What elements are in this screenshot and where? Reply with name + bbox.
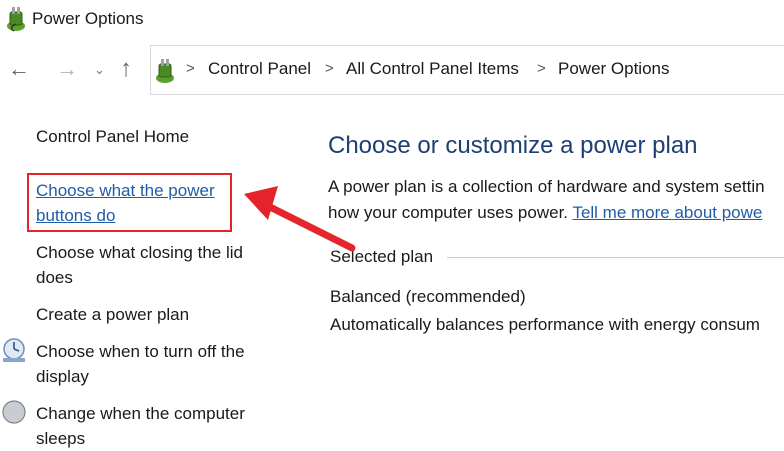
description-text: how your computer uses power. [328, 203, 573, 222]
window-title: Power Options [32, 9, 144, 28]
back-button[interactable]: ← [8, 58, 30, 80]
highlight-box [27, 173, 232, 232]
sidebar-link-create-plan[interactable]: Create a power plan [36, 302, 189, 327]
up-button[interactable]: ↑ [120, 57, 132, 81]
breadcrumb-power-options[interactable]: Power Options [558, 59, 670, 79]
sidebar-link-close-lid[interactable]: Choose what closing the lid does [36, 240, 243, 290]
breadcrumb-separator: > [537, 60, 546, 77]
forward-button[interactable]: → [56, 58, 78, 80]
sidebar-link-line: sleeps [36, 429, 86, 448]
monitor-icon [3, 338, 25, 362]
breadcrumb-control-panel[interactable]: Control Panel [208, 59, 311, 79]
section-divider [447, 257, 784, 258]
description-line: how your computer uses power. Tell me mo… [328, 200, 765, 226]
breadcrumb-separator: > [186, 60, 195, 77]
sidebar-link-computer-sleeps[interactable]: Change when the computer sleeps [36, 401, 245, 451]
sidebar-link-line: does [36, 268, 73, 287]
sidebar-link-line: display [36, 367, 89, 386]
page-description: A power plan is a collection of hardware… [328, 174, 765, 226]
sidebar-link-turn-off-display[interactable]: Choose when to turn off the display [36, 339, 245, 389]
sidebar-link-line: Create a power plan [36, 305, 190, 324]
breadcrumb-separator: > [325, 60, 334, 77]
power-options-icon [7, 7, 25, 32]
control-panel-home-link[interactable]: Control Panel Home [36, 124, 189, 149]
sidebar-link-line: Change when the computer [36, 404, 245, 423]
sidebar-link-line: Choose what closing the lid [36, 243, 243, 262]
annotation-arrow [244, 186, 356, 252]
plan-name: Balanced (recommended) [330, 287, 526, 306]
plan-description: Automatically balances performance with … [330, 315, 760, 334]
tell-me-more-link[interactable]: Tell me more about powe [572, 203, 762, 222]
power-options-icon [156, 59, 174, 83]
recent-locations-button[interactable]: ⌄ [94, 62, 105, 78]
moon-sleep-icon [2, 400, 26, 424]
description-line: A power plan is a collection of hardware… [328, 177, 765, 196]
sidebar-link-line: Choose when to turn off the [36, 342, 245, 361]
breadcrumb-all-items[interactable]: All Control Panel Items [346, 59, 519, 79]
page-title: Choose or customize a power plan [328, 132, 698, 159]
